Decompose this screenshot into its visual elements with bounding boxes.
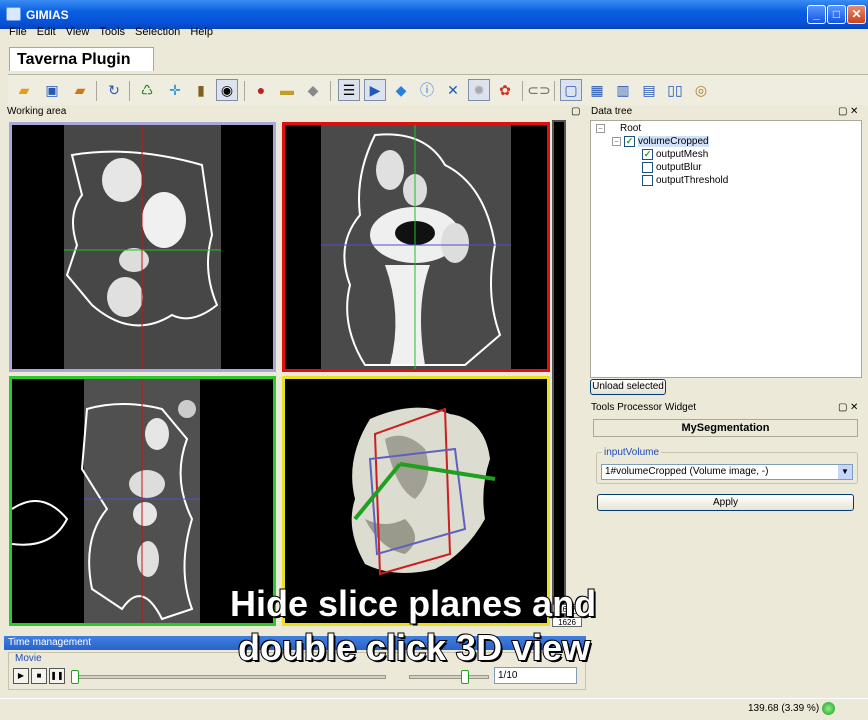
chevron-down-icon[interactable]: ▼ [838, 465, 852, 479]
data-tree-header: Data tree ▢ ✕ [588, 105, 864, 119]
tree-item-outputblur[interactable]: outputBlur [642, 162, 702, 173]
working-area-title: Working area [7, 106, 67, 117]
working-area [4, 118, 585, 630]
caption-line-2: double click 3D view [237, 626, 591, 669]
data-tree-title: Data tree [591, 106, 633, 117]
menu-bar: File Edit View Tools Selection Help [0, 25, 868, 43]
pause-button[interactable]: ❚❚ [49, 668, 65, 684]
drop-icon[interactable]: ◆ [390, 79, 412, 101]
tools-widget-close-button[interactable]: ✕ [850, 402, 858, 413]
menu-selection[interactable]: Selection [130, 25, 185, 43]
data-tree-float-button[interactable]: ▢ [838, 106, 847, 117]
view-columns-icon[interactable]: ▥ [612, 79, 634, 101]
checkbox-outputmesh[interactable]: ✓ [642, 149, 653, 160]
viewer-axial[interactable] [9, 122, 276, 372]
single-view-icon[interactable]: ▢ [560, 79, 582, 101]
app-icon [6, 7, 21, 21]
working-area-float-button[interactable]: ▢ [571, 106, 580, 117]
input-volume-select[interactable]: 1#volumeCropped (Volume image, -) ▼ [601, 464, 853, 480]
measure-icon[interactable]: ▬ [276, 79, 298, 101]
status-led-icon [822, 702, 835, 715]
input-volume-label: inputVolume [602, 447, 662, 458]
open-folder-icon[interactable]: ▰ [13, 79, 35, 101]
movie-label: Movie [15, 653, 42, 664]
play-icon[interactable]: ▶ [364, 79, 386, 101]
input-volume-group: inputVolume 1#volumeCropped (Volume imag… [596, 447, 858, 484]
gear-icon[interactable]: ✹ [468, 79, 490, 101]
record-icon[interactable]: ● [250, 79, 272, 101]
tools-icon[interactable]: ✕ [442, 79, 464, 101]
speed-slider[interactable] [409, 675, 489, 679]
caption-line-1: Hide slice planes and [229, 582, 597, 625]
crosshair-icon[interactable]: ✛ [164, 79, 186, 101]
info-icon[interactable]: ⓘ [416, 79, 438, 101]
view-rows-icon[interactable]: ▤ [638, 79, 660, 101]
lock-icon[interactable]: ▮ [190, 79, 212, 101]
data-tree-close-button[interactable]: ✕ [850, 106, 858, 117]
close-button[interactable]: ✕ [847, 5, 866, 24]
status-bar: 139.68 (3.39 %) [0, 698, 868, 720]
tree-item-volumecropped[interactable]: − ✓ volumeCropped [612, 136, 709, 147]
stop-button[interactable]: ■ [31, 668, 47, 684]
refresh-icon[interactable]: ↻ [103, 79, 125, 101]
palette-icon[interactable]: ✿ [494, 79, 516, 101]
frame-field[interactable]: 1/10 [494, 667, 577, 684]
time-slider-thumb[interactable] [71, 670, 79, 684]
view-pair-icon[interactable]: ▯▯ [664, 79, 686, 101]
tree-item-outputthreshold[interactable]: outputThreshold [642, 175, 728, 186]
collapse-icon[interactable]: − [596, 124, 605, 133]
time-slider[interactable] [71, 675, 386, 679]
cube-icon[interactable]: ◆ [302, 79, 324, 101]
menu-edit[interactable]: Edit [32, 25, 61, 43]
tree-layout-icon[interactable]: ☰ [338, 79, 360, 101]
collapse-icon[interactable]: − [612, 137, 621, 146]
apply-button[interactable]: Apply [597, 494, 854, 511]
tree-item-outputmesh[interactable]: ✓ outputMesh [642, 149, 708, 160]
recycle-icon[interactable]: ♺ [136, 79, 158, 101]
menu-file[interactable]: File [4, 25, 32, 43]
working-area-header: Working area ▢ [4, 105, 585, 119]
settings-wheel-icon[interactable]: ◎ [690, 79, 712, 101]
menu-help[interactable]: Help [185, 25, 218, 43]
axial-slice [64, 125, 221, 369]
tools-widget-float-button[interactable]: ▢ [838, 402, 847, 413]
checkbox-outputthreshold[interactable] [642, 175, 653, 186]
toolbar: ▰ ▣ ▰ ↻ ♺ ✛ ▮ ◉ ● ▬ ◆ ☰ ▶ ◆ ⓘ ✕ ✹ ✿ ⊂⊃ ▢… [8, 74, 868, 106]
tree-item-root[interactable]: − Root [596, 123, 641, 134]
checkbox-outputblur[interactable] [642, 162, 653, 173]
open-box-icon[interactable]: ▰ [69, 79, 91, 101]
speed-slider-thumb[interactable] [460, 670, 469, 684]
save-icon[interactable]: ▣ [41, 79, 63, 101]
plugin-tab[interactable]: Taverna Plugin [9, 47, 154, 71]
eye-icon[interactable]: ◉ [216, 79, 238, 101]
unload-selected-button[interactable]: Unload selected [590, 379, 666, 395]
tools-widget-title: Tools Processor Widget [591, 402, 697, 413]
segmentation-title: MySegmentation [593, 419, 858, 437]
viewer-scrollbar[interactable] [552, 120, 566, 625]
link-icon[interactable]: ⊂⊃ [527, 79, 550, 101]
view-grid-icon[interactable]: ▦ [586, 79, 608, 101]
data-tree: − Root − ✓ volumeCropped ✓ outputMesh output… [590, 120, 862, 378]
window-title: GIMIAS [26, 8, 69, 22]
minimize-button[interactable]: _ [807, 5, 826, 24]
status-value: 139.68 (3.39 %) [748, 703, 820, 714]
viewer-coronal[interactable] [282, 122, 550, 372]
coronal-slice [321, 125, 511, 369]
menu-view[interactable]: View [61, 25, 95, 43]
menu-tools[interactable]: Tools [94, 25, 130, 43]
tools-widget-header: Tools Processor Widget ▢ ✕ [588, 401, 864, 415]
checkbox-volumecropped[interactable]: ✓ [624, 136, 635, 147]
play-button[interactable]: ▶ [13, 668, 29, 684]
maximize-button[interactable]: □ [827, 5, 846, 24]
